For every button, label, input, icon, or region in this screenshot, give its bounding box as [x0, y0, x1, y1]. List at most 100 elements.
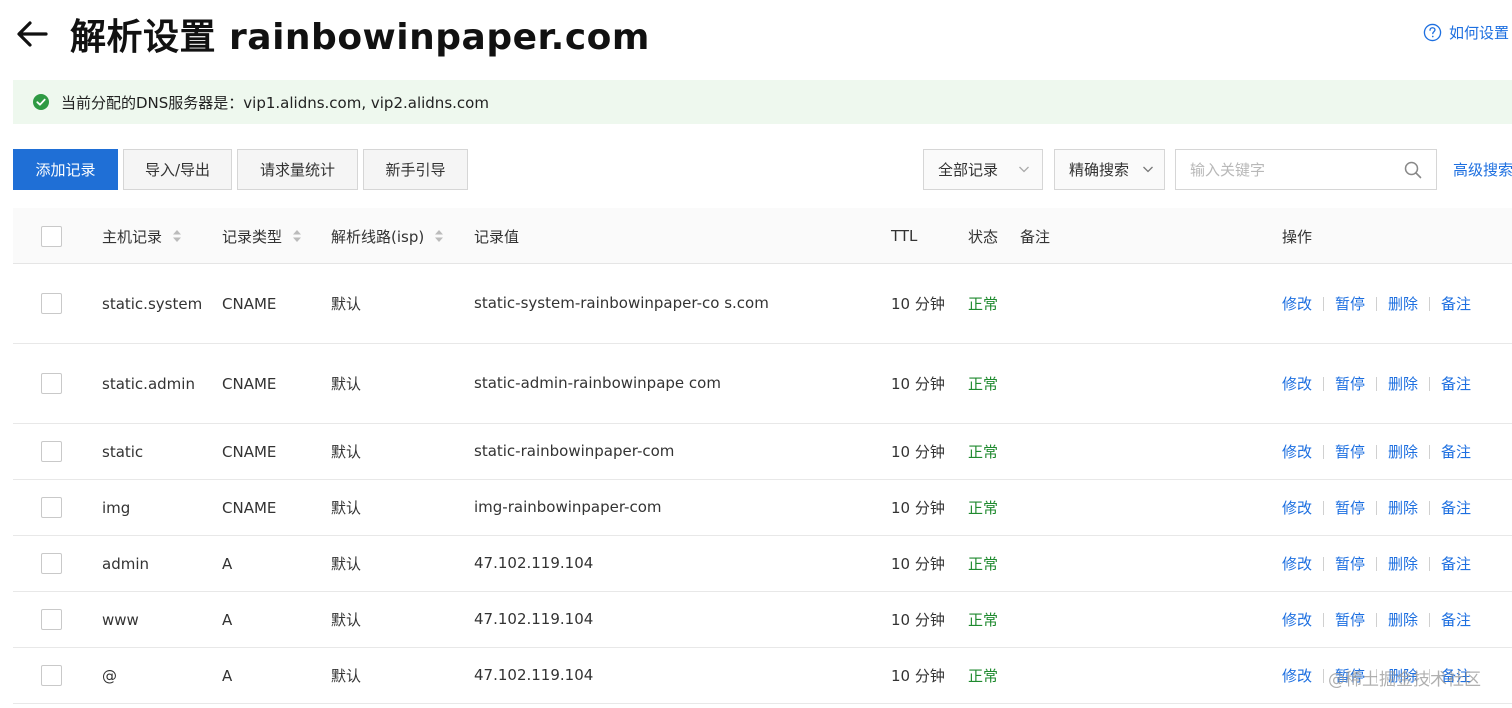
- notice-text: 当前分配的DNS服务器是：vip1.alidns.com, vip2.alidn…: [61, 93, 489, 112]
- delete-link[interactable]: 删除: [1388, 293, 1418, 314]
- status-cell: 正常: [968, 443, 999, 461]
- record-filter-value: 全部记录: [938, 161, 999, 179]
- status-cell: 正常: [968, 499, 999, 517]
- row-actions: 修改 暂停 删除 备注: [1282, 480, 1471, 535]
- type-cell: CNAME: [222, 294, 277, 313]
- delete-link[interactable]: 删除: [1388, 441, 1418, 462]
- pause-link[interactable]: 暂停: [1335, 553, 1365, 574]
- remark-link[interactable]: 备注: [1441, 553, 1471, 574]
- dns-records-table: 主机记录 记录类型 解析线路(isp) 记录值 TTL 状态 备注 操作 sta…: [13, 208, 1512, 704]
- search-mode-select[interactable]: 精确搜索: [1054, 149, 1165, 190]
- pause-link[interactable]: 暂停: [1335, 293, 1365, 314]
- row-actions: 修改 暂停 删除 备注: [1282, 264, 1471, 343]
- edit-link[interactable]: 修改: [1282, 373, 1312, 394]
- action-divider: [1429, 376, 1431, 391]
- table-row: img CNAME 默认 img-rainbowinpaper-com 10 分…: [13, 480, 1512, 536]
- remark-link[interactable]: 备注: [1441, 293, 1471, 314]
- edit-link[interactable]: 修改: [1282, 441, 1312, 462]
- action-divider: [1429, 556, 1431, 571]
- line-cell: 默认: [331, 443, 362, 461]
- request-stats-button[interactable]: 请求量统计: [237, 149, 358, 190]
- column-host[interactable]: 主机记录: [102, 208, 182, 264]
- select-all-checkbox[interactable]: [41, 225, 62, 247]
- ttl-cell: 10 分钟: [891, 555, 945, 573]
- column-ops: 操作: [1282, 227, 1313, 246]
- column-line[interactable]: 解析线路(isp): [331, 208, 444, 264]
- delete-link[interactable]: 删除: [1388, 373, 1418, 394]
- advanced-search-link[interactable]: 高级搜索: [1453, 159, 1512, 180]
- value-cell: 47.102.119.104: [474, 554, 594, 572]
- keyword-search-input[interactable]: [1190, 159, 1390, 181]
- search-mode-value: 精确搜索: [1069, 161, 1130, 179]
- edit-link[interactable]: 修改: [1282, 609, 1312, 630]
- remark-link[interactable]: 备注: [1441, 441, 1471, 462]
- toolbar: 添加记录 导入/导出 请求量统计 新手引导 全部记录 精确搜索 高级搜索: [0, 148, 1512, 192]
- delete-link[interactable]: 删除: [1388, 553, 1418, 574]
- pause-link[interactable]: 暂停: [1335, 497, 1365, 518]
- column-ttl: TTL: [891, 227, 918, 245]
- row-checkbox[interactable]: [41, 553, 62, 574]
- edit-link[interactable]: 修改: [1282, 665, 1312, 686]
- ttl-cell: 10 分钟: [891, 499, 945, 517]
- table-body: static.system CNAME 默认 static-system-rai…: [13, 264, 1512, 704]
- column-type[interactable]: 记录类型: [222, 208, 302, 264]
- row-actions: 修改 暂停 删除 备注: [1282, 536, 1471, 591]
- host-cell: @: [102, 666, 117, 685]
- remark-link[interactable]: 备注: [1441, 609, 1471, 630]
- add-record-button[interactable]: 添加记录: [13, 149, 118, 190]
- row-actions: 修改 暂停 删除 备注: [1282, 592, 1471, 647]
- action-divider: [1323, 612, 1325, 627]
- edit-link[interactable]: 修改: [1282, 553, 1312, 574]
- chevron-down-icon: [1143, 166, 1153, 173]
- row-checkbox[interactable]: [41, 293, 62, 314]
- status-cell: 正常: [968, 295, 999, 313]
- row-checkbox[interactable]: [41, 373, 62, 394]
- type-cell: A: [222, 554, 233, 573]
- row-checkbox[interactable]: [41, 609, 62, 630]
- delete-link[interactable]: 删除: [1388, 609, 1418, 630]
- edit-link[interactable]: 修改: [1282, 293, 1312, 314]
- row-checkbox[interactable]: [41, 441, 62, 462]
- sort-icon[interactable]: [292, 228, 302, 244]
- row-checkbox[interactable]: [41, 665, 62, 686]
- pause-link[interactable]: 暂停: [1335, 373, 1365, 394]
- remark-link[interactable]: 备注: [1441, 373, 1471, 394]
- ttl-cell: 10 分钟: [891, 443, 945, 461]
- action-divider: [1376, 296, 1378, 311]
- table-row: static.admin CNAME 默认 static-admin-rainb…: [13, 344, 1512, 424]
- question-circle-icon: [1423, 23, 1442, 42]
- action-divider: [1323, 444, 1325, 459]
- row-actions: 修改 暂停 删除 备注: [1282, 344, 1471, 423]
- table-row: static CNAME 默认 static-rainbowinpaper-co…: [13, 424, 1512, 480]
- line-cell: 默认: [331, 295, 362, 313]
- remark-link[interactable]: 备注: [1441, 497, 1471, 518]
- import-export-button[interactable]: 导入/导出: [123, 149, 232, 190]
- search-icon[interactable]: [1404, 161, 1422, 179]
- help-link[interactable]: 如何设置: [1423, 22, 1509, 43]
- value-cell: 47.102.119.104: [474, 610, 594, 628]
- row-checkbox[interactable]: [41, 497, 62, 518]
- action-divider: [1376, 500, 1378, 515]
- ttl-cell: 10 分钟: [891, 375, 945, 393]
- type-cell: CNAME: [222, 498, 277, 517]
- record-filter-select[interactable]: 全部记录: [923, 149, 1043, 190]
- back-arrow-icon[interactable]: [12, 14, 52, 54]
- type-cell: CNAME: [222, 374, 277, 393]
- type-cell: A: [222, 610, 233, 629]
- pause-link[interactable]: 暂停: [1335, 441, 1365, 462]
- status-cell: 正常: [968, 555, 999, 573]
- page-title: 解析设置 rainbowinpaper.com: [70, 17, 650, 58]
- action-divider: [1323, 668, 1325, 683]
- type-cell: A: [222, 666, 233, 685]
- action-divider: [1323, 500, 1325, 515]
- sort-icon[interactable]: [434, 228, 444, 244]
- pause-link[interactable]: 暂停: [1335, 609, 1365, 630]
- guide-button[interactable]: 新手引导: [363, 149, 468, 190]
- delete-link[interactable]: 删除: [1388, 497, 1418, 518]
- host-cell: static.admin: [102, 374, 195, 393]
- ttl-cell: 10 分钟: [891, 667, 945, 685]
- type-cell: CNAME: [222, 442, 277, 461]
- edit-link[interactable]: 修改: [1282, 497, 1312, 518]
- dns-server-notice: 当前分配的DNS服务器是：vip1.alidns.com, vip2.alidn…: [13, 80, 1512, 124]
- sort-icon[interactable]: [172, 228, 182, 244]
